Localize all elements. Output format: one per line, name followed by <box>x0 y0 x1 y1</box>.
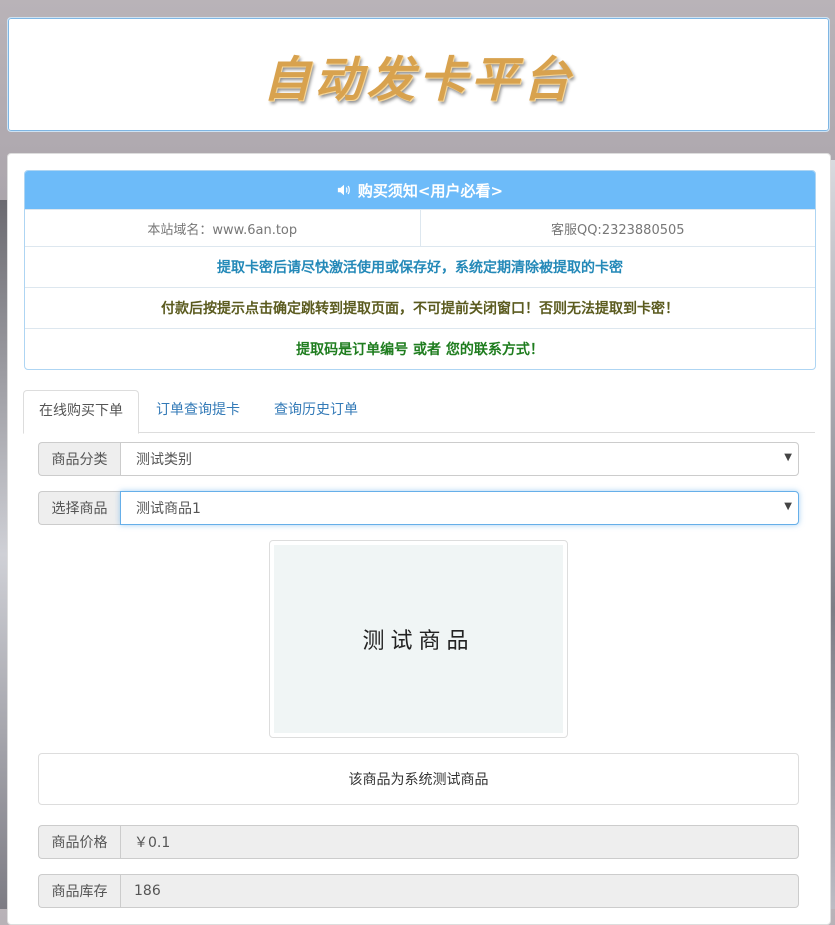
chevron-down-icon: ▼ <box>784 452 792 463</box>
tab-online-purchase[interactable]: 在线购买下单 <box>23 390 139 434</box>
product-label: 选择商品 <box>38 491 120 525</box>
price-group: 商品价格 ￥0.1 <box>38 825 799 859</box>
category-select[interactable]: 测试类别 ▼ <box>120 442 799 476</box>
product-group: 选择商品 测试商品1 ▼ <box>38 491 799 525</box>
category-group: 商品分类 测试类别 ▼ <box>38 442 799 476</box>
support-qq: 客服QQ:2323880505 <box>550 222 685 238</box>
order-tabs: 在线购买下单 订单查询提卡 查询历史订单 <box>23 390 815 434</box>
site-logo: 自动发卡平台 <box>262 51 575 108</box>
stock-field: 186 <box>120 874 799 908</box>
price-label: 商品价格 <box>38 825 120 859</box>
notice-title: 购买须知<用户必看> <box>357 181 504 200</box>
main-panel: 购买须知<用户必看> 本站域名：www.6an.top 客服QQ:2323880… <box>7 153 831 925</box>
product-value: 测试商品1 <box>136 501 201 517</box>
product-image: 测试商品 <box>269 540 568 738</box>
tab-order-history[interactable]: 查询历史订单 <box>259 390 373 431</box>
notice-line-1: 提取卡密后请尽快激活使用或保存好，系统定期清除被提取的卡密 <box>25 246 815 287</box>
category-label: 商品分类 <box>38 442 120 476</box>
site-header: 自动发卡平台 <box>7 17 830 132</box>
price-field: ￥0.1 <box>120 825 799 859</box>
stock-group: 商品库存 186 <box>38 874 799 908</box>
category-value: 测试类别 <box>136 452 192 468</box>
notice-header: 购买须知<用户必看> <box>25 171 815 209</box>
purchase-notice: 购买须知<用户必看> 本站域名：www.6an.top 客服QQ:2323880… <box>24 170 816 370</box>
site-domain: 本站域名：www.6an.top <box>25 210 421 246</box>
product-select[interactable]: 测试商品1 ▼ <box>120 491 799 525</box>
notice-info-row: 本站域名：www.6an.top 客服QQ:2323880505 <box>25 209 815 246</box>
notice-line-2: 付款后按提示点击确定跳转到提取页面，不可提前关闭窗口！否则无法提取到卡密！ <box>25 287 815 328</box>
notice-line-3: 提取码是订单编号 或者 您的联系方式！ <box>25 328 815 369</box>
speaker-icon <box>337 184 350 196</box>
purchase-form: 商品分类 测试类别 ▼ 选择商品 测试商品1 ▼ 测试商品 该商品为系统测试商品… <box>38 442 799 923</box>
chevron-down-icon: ▼ <box>784 501 792 512</box>
product-description: 该商品为系统测试商品 <box>38 753 799 805</box>
tab-order-query[interactable]: 订单查询提卡 <box>141 390 255 431</box>
product-image-placeholder: 测试商品 <box>274 545 563 733</box>
stock-label: 商品库存 <box>38 874 120 908</box>
